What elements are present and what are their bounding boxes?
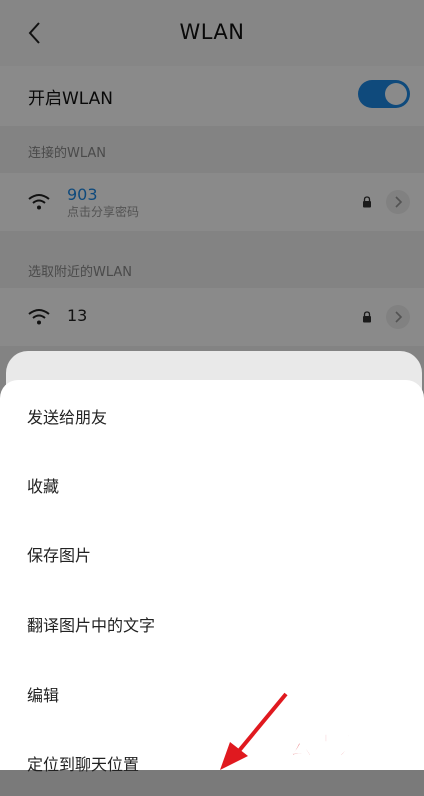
menu-item-label: 收藏 — [27, 477, 60, 496]
menu-item-label: 翻译图片中的文字 — [27, 616, 156, 635]
watermark-logo: 云南龙网 — [285, 726, 415, 761]
menu-item-save-image[interactable]: 保存图片 — [0, 518, 424, 587]
menu-item-label: 定位到聊天位置 — [27, 755, 140, 774]
menu-item-label: 发送给朋友 — [27, 408, 108, 427]
watermark-text: 云南龙网 — [289, 732, 389, 761]
menu-item-label: 保存图片 — [27, 546, 92, 565]
menu-item-translate-text[interactable]: 翻译图片中的文字 — [0, 588, 424, 657]
menu-item-label: 编辑 — [27, 686, 60, 705]
menu-item-send-to-friend[interactable]: 发送给朋友 — [0, 380, 424, 449]
menu-item-favorite[interactable]: 收藏 — [0, 449, 424, 518]
